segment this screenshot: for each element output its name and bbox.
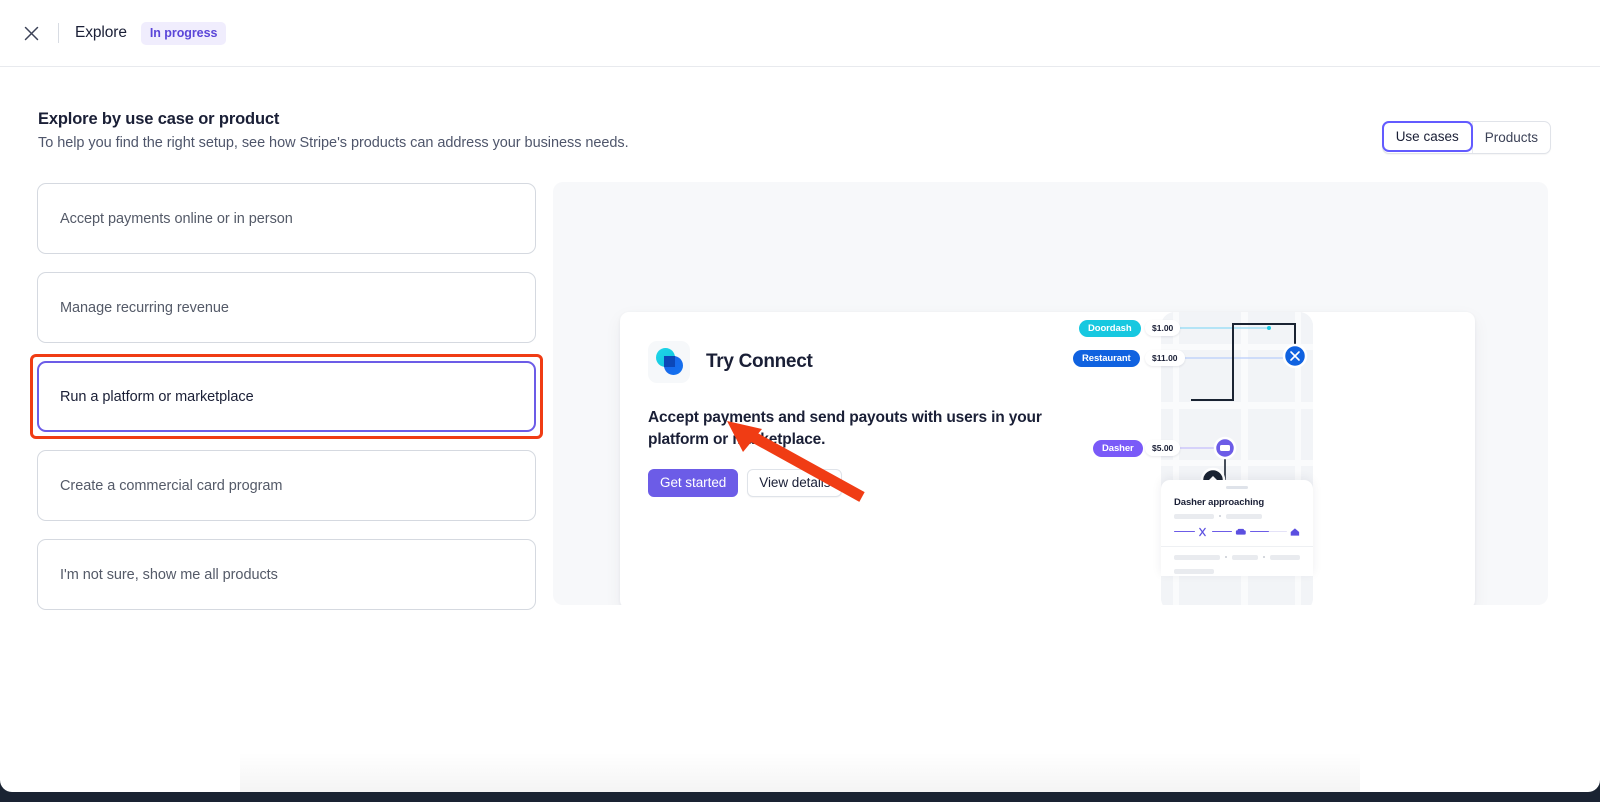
use-case-label: Run a platform or marketplace [60, 388, 254, 405]
sheet-detail-row [1174, 554, 1313, 560]
stripe-connect-logo-icon [648, 341, 690, 383]
card-content: Try Connect Accept payments and send pay… [620, 312, 1475, 497]
get-started-button[interactable]: Get started [648, 468, 739, 497]
sheet-detail-row [1174, 568, 1313, 574]
use-case-label: Manage recurring revenue [60, 299, 229, 316]
card-actions: Get started View details [648, 468, 1475, 497]
sheet-meta-row [1174, 513, 1313, 519]
preview-panel: Try Connect Accept payments and send pay… [553, 182, 1548, 605]
use-case-label: Accept payments online or in person [60, 210, 293, 227]
status-badge: In progress [140, 21, 227, 45]
close-icon[interactable] [14, 16, 48, 50]
use-case-option-card-program[interactable]: Create a commercial card program [37, 450, 536, 521]
tab-use-cases[interactable]: Use cases [1381, 121, 1473, 152]
sheet-title: Dasher approaching [1174, 496, 1265, 508]
view-details-button[interactable]: View details [747, 468, 843, 497]
view-mode-segmented-control: Use cases Products [1381, 121, 1551, 154]
cutlery-icon [1199, 527, 1207, 536]
use-case-option-recurring-revenue[interactable]: Manage recurring revenue [37, 272, 536, 343]
card-description: Accept payments and send payouts with us… [648, 409, 1042, 449]
footer-fade [240, 752, 1360, 792]
use-case-option-accept-payments[interactable]: Accept payments online or in person [37, 183, 536, 254]
page-title-header: Explore [75, 24, 127, 41]
car-icon [1235, 528, 1246, 535]
explore-modal: Explore In progress Explore by use case … [0, 0, 1600, 792]
delivery-progress [1174, 527, 1300, 537]
try-connect-card: Try Connect Accept payments and send pay… [620, 312, 1475, 605]
use-case-option-platform-marketplace[interactable]: Run a platform or marketplace [30, 354, 543, 439]
content-area: Explore by use case or product To help y… [0, 67, 1600, 610]
topbar: Explore In progress [0, 0, 1600, 67]
page-subtitle: To help you find the right setup, see ho… [38, 135, 629, 151]
use-case-option-show-all-products[interactable]: I'm not sure, show me all products [37, 539, 536, 610]
tab-products[interactable]: Products [1471, 122, 1550, 153]
use-case-label: Create a commercial card program [60, 477, 283, 494]
use-case-list: Accept payments online or in person Mana… [30, 183, 543, 628]
use-case-label: I'm not sure, show me all products [60, 566, 278, 583]
page-header: Explore by use case or product To help y… [0, 67, 1600, 151]
topbar-divider [58, 23, 59, 43]
page-title: Explore by use case or product [38, 110, 280, 128]
home-icon [1290, 527, 1300, 536]
card-header: Try Connect [648, 341, 1475, 383]
card-title: Try Connect [706, 351, 813, 372]
